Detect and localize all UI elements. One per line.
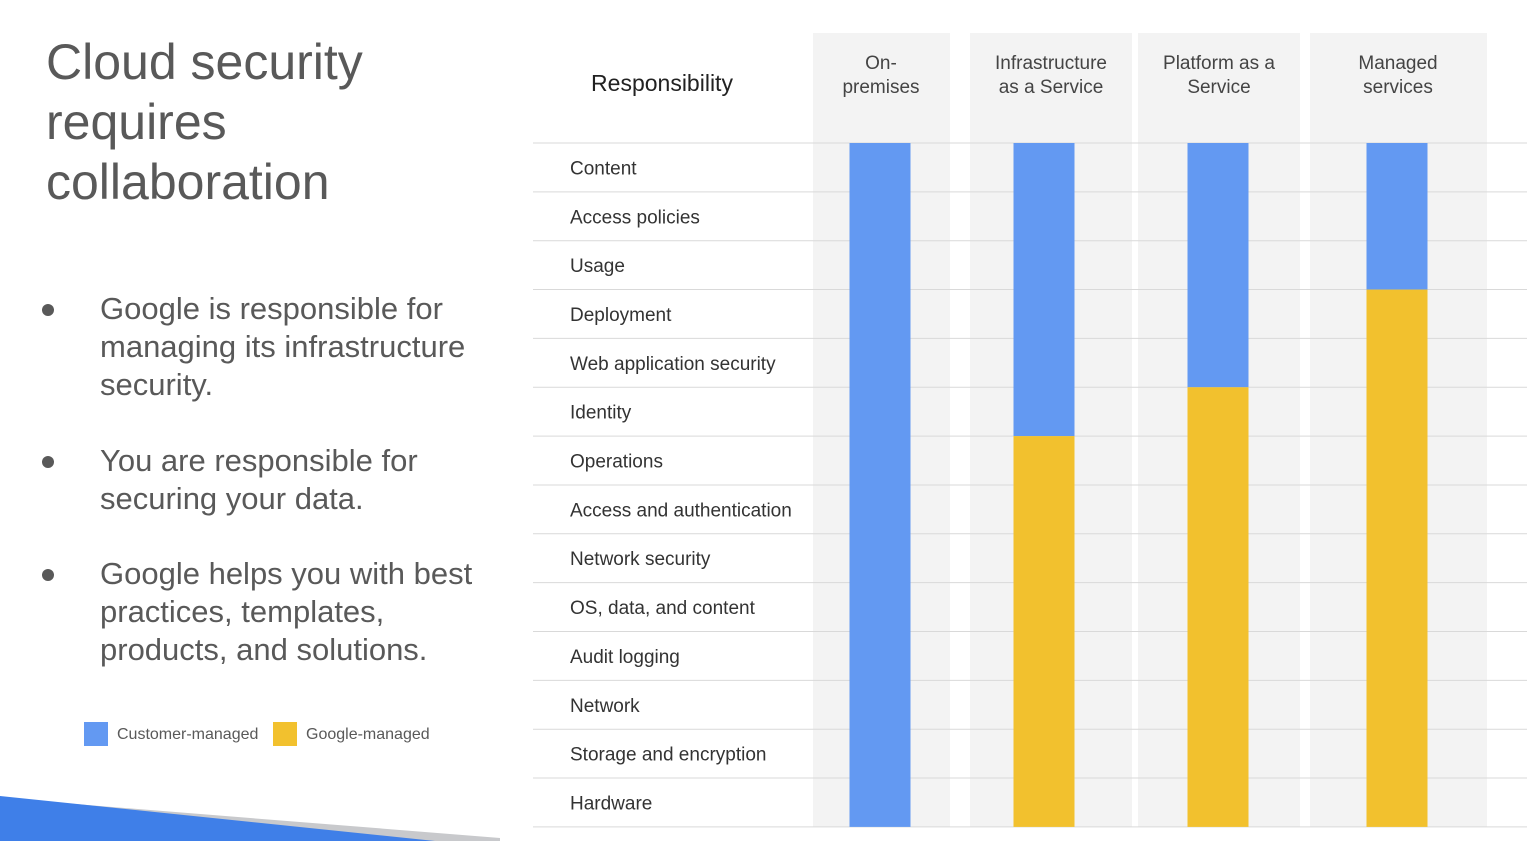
row-label: Operations xyxy=(570,452,663,473)
row-label: Identity xyxy=(570,403,632,424)
row-header-label: Responsibility xyxy=(591,70,733,96)
column-header-label: Infrastructure xyxy=(995,53,1107,74)
row-label: Access policies xyxy=(570,207,700,228)
column-header-label: On- xyxy=(865,53,897,74)
bar-google-managed xyxy=(1013,436,1075,827)
row-label: Access and authentication xyxy=(570,500,792,521)
column-header-label: Service xyxy=(1187,77,1250,98)
bar-customer-managed xyxy=(849,143,911,827)
row-label: Network xyxy=(570,696,640,717)
column-header-label: services xyxy=(1363,77,1433,98)
column-header-label: Platform as a xyxy=(1163,53,1275,74)
bar-google-managed xyxy=(1187,387,1249,827)
responsibility-chart: Responsibility On-premises Infrastructure a… xyxy=(533,33,1527,828)
bar-google-managed xyxy=(1366,289,1428,827)
row-label: Storage and encryption xyxy=(570,745,766,766)
bar-customer-managed xyxy=(1187,143,1249,388)
row-label: Content xyxy=(570,158,637,179)
column-header-label: Managed xyxy=(1358,53,1437,74)
row-label: Network security xyxy=(570,549,711,570)
bar-customer-managed xyxy=(1013,143,1075,437)
row-label: Usage xyxy=(570,256,625,277)
row-label: Deployment xyxy=(570,305,672,326)
row-label: OS, data, and content xyxy=(570,598,756,619)
row-label: Hardware xyxy=(570,793,652,814)
bar-customer-managed xyxy=(1366,143,1428,290)
column-header-label: as a Service xyxy=(999,77,1104,98)
column-header-label: premises xyxy=(842,77,919,98)
row-label: Web application security xyxy=(570,354,776,375)
row-label: Audit logging xyxy=(570,647,680,668)
